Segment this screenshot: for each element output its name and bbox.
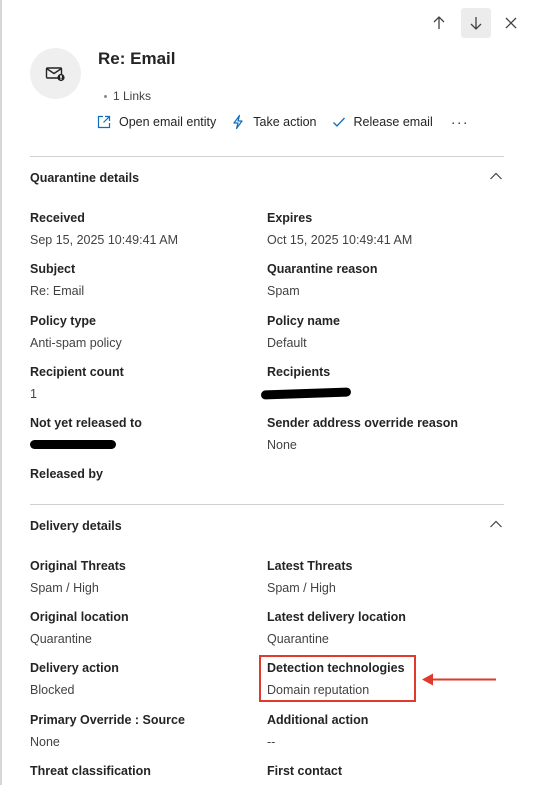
latest-threats-field: Latest Threats Spam / High bbox=[267, 559, 352, 596]
released-by-label: Released by bbox=[30, 467, 103, 481]
bullet-dot bbox=[104, 94, 107, 98]
checkmark-icon bbox=[332, 117, 345, 127]
release-email-label: Release email bbox=[353, 115, 433, 129]
links-count[interactable]: 1 Links bbox=[104, 89, 151, 103]
redacted-recipient bbox=[30, 440, 116, 449]
open-entity-icon bbox=[97, 115, 111, 129]
quarantine-details-header[interactable]: Quarantine details bbox=[30, 171, 139, 185]
recipients-field: Recipients bbox=[260, 365, 352, 402]
original-threats-label: Original Threats bbox=[30, 559, 126, 573]
chevron-up-icon[interactable] bbox=[489, 169, 503, 183]
page-title: Re: Email bbox=[98, 49, 176, 68]
latest-threats-value: Spam / High bbox=[267, 581, 336, 595]
chevron-up-icon[interactable] bbox=[489, 517, 503, 531]
take-action-label: Take action bbox=[253, 115, 317, 129]
action-toolbar: Open email entity Take action Release em… bbox=[96, 112, 469, 132]
delivery-action-label: Delivery action bbox=[30, 661, 119, 675]
additional-action-field: Additional action -- bbox=[267, 713, 368, 750]
original-location-value: Quarantine bbox=[30, 632, 92, 646]
not-yet-released-field: Not yet released to bbox=[30, 416, 142, 453]
open-email-entity-button[interactable]: Open email entity bbox=[96, 114, 216, 130]
recipient-count-label: Recipient count bbox=[30, 365, 124, 379]
panel-left-border bbox=[0, 0, 2, 785]
recipients-value bbox=[260, 387, 352, 402]
next-item-button[interactable] bbox=[461, 8, 491, 38]
links-count-label: 1 Links bbox=[113, 89, 152, 103]
delivery-details-header[interactable]: Delivery details bbox=[30, 519, 122, 533]
quarantine-reason-field: Quarantine reason Spam bbox=[267, 262, 377, 299]
latest-delivery-location-label: Latest delivery location bbox=[267, 610, 406, 624]
annotation-arrow-icon bbox=[422, 673, 496, 686]
first-contact-field: First contact bbox=[267, 764, 342, 778]
arrow-down-icon bbox=[470, 17, 482, 30]
expires-field: Expires Oct 15, 2025 10:49:41 AM bbox=[267, 211, 412, 248]
original-location-label: Original location bbox=[30, 610, 129, 624]
more-actions-button[interactable]: ··· bbox=[451, 114, 469, 131]
delivery-action-field: Delivery action Blocked bbox=[30, 661, 119, 698]
open-email-entity-label: Open email entity bbox=[119, 115, 217, 129]
email-avatar bbox=[30, 48, 81, 99]
received-field: Received Sep 15, 2025 10:49:41 AM bbox=[30, 211, 178, 248]
policy-type-value: Anti-spam policy bbox=[30, 336, 122, 350]
quarantine-reason-label: Quarantine reason bbox=[267, 262, 378, 276]
policy-name-label: Policy name bbox=[267, 314, 340, 328]
release-email-button[interactable]: Release email bbox=[331, 114, 433, 130]
close-button[interactable] bbox=[496, 8, 526, 38]
latest-threats-label: Latest Threats bbox=[267, 559, 353, 573]
previous-item-button[interactable] bbox=[424, 8, 454, 38]
original-threats-value: Spam / High bbox=[30, 581, 99, 595]
released-by-field: Released by bbox=[30, 467, 103, 481]
received-value: Sep 15, 2025 10:49:41 AM bbox=[30, 233, 179, 247]
not-yet-released-label: Not yet released to bbox=[30, 416, 142, 430]
first-contact-label: First contact bbox=[267, 764, 343, 778]
subject-value: Re: Email bbox=[30, 284, 85, 298]
policy-type-field: Policy type Anti-spam policy bbox=[30, 314, 122, 351]
recipient-count-field: Recipient count 1 bbox=[30, 365, 124, 402]
expires-label: Expires bbox=[267, 211, 313, 225]
threat-classification-label: Threat classification bbox=[30, 764, 151, 778]
quarantine-reason-value: Spam bbox=[267, 284, 300, 298]
policy-name-field: Policy name Default bbox=[267, 314, 340, 351]
close-icon bbox=[505, 17, 517, 29]
primary-override-value: None bbox=[30, 735, 60, 749]
primary-override-label: Primary Override : Source bbox=[30, 713, 185, 727]
flash-icon bbox=[233, 114, 243, 130]
policy-name-value: Default bbox=[267, 336, 307, 350]
additional-action-label: Additional action bbox=[267, 713, 369, 727]
original-threats-field: Original Threats Spam / High bbox=[30, 559, 126, 596]
email-icon bbox=[45, 66, 65, 81]
override-reason-label: Sender address override reason bbox=[267, 416, 459, 430]
not-yet-released-value bbox=[30, 438, 142, 453]
recipient-count-value: 1 bbox=[30, 387, 37, 401]
take-action-button[interactable]: Take action bbox=[230, 114, 317, 130]
override-reason-field: Sender address override reason None bbox=[267, 416, 458, 453]
override-reason-value: None bbox=[267, 438, 297, 452]
section-divider bbox=[30, 156, 504, 157]
redacted-recipient bbox=[260, 387, 352, 400]
latest-delivery-location-field: Latest delivery location Quarantine bbox=[267, 610, 406, 647]
threat-classification-field: Threat classification bbox=[30, 764, 151, 778]
annotation-highlight-box bbox=[259, 655, 416, 702]
additional-action-value: -- bbox=[267, 735, 276, 749]
subject-field: Subject Re: Email bbox=[30, 262, 84, 299]
latest-delivery-location-value: Quarantine bbox=[267, 632, 329, 646]
primary-override-field: Primary Override : Source None bbox=[30, 713, 185, 750]
expires-value: Oct 15, 2025 10:49:41 AM bbox=[267, 233, 413, 247]
delivery-action-value: Blocked bbox=[30, 683, 75, 697]
original-location-field: Original location Quarantine bbox=[30, 610, 129, 647]
subject-label: Subject bbox=[30, 262, 76, 276]
policy-type-label: Policy type bbox=[30, 314, 96, 328]
received-label: Received bbox=[30, 211, 85, 225]
arrow-up-icon bbox=[433, 16, 445, 29]
section-divider bbox=[30, 504, 504, 505]
recipients-label: Recipients bbox=[267, 365, 331, 379]
